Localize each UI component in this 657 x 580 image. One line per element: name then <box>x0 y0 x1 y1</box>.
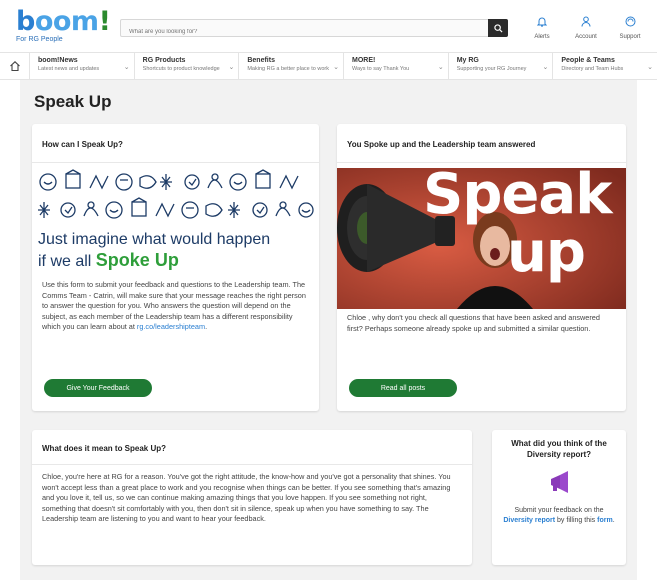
nav-item-more[interactable]: MORE! Ways to say Thank You ⌄ <box>344 53 449 79</box>
home-icon <box>9 61 20 72</box>
account-label: Account <box>575 34 597 40</box>
megaphone-icon <box>551 471 568 493</box>
diversity-report-card: What did you think of the Diversity repo… <box>492 430 626 565</box>
chevron-down-icon: ⌄ <box>542 64 549 71</box>
leadership-answered-card: You Spoke up and the Leadership team ans… <box>337 124 626 411</box>
divider <box>32 162 319 163</box>
top-bar: boom! For RG People Alerts Account <box>0 0 657 50</box>
card-heading: How can I Speak Up? <box>42 140 123 149</box>
chevron-down-icon: ⌄ <box>228 64 235 71</box>
logo-tagline: For RG People <box>16 36 63 43</box>
speak-up-hero-image: Speak up <box>337 168 626 309</box>
page-title: Speak Up <box>34 92 112 111</box>
banner-line-2: if we all Spoke Up <box>38 250 270 272</box>
diversity-feedback-text: Submit your feedback on the Diversity re… <box>500 506 618 526</box>
account-button[interactable]: Account <box>569 14 603 40</box>
help-icon <box>625 16 635 27</box>
alerts-label: Alerts <box>534 34 550 40</box>
nav-item-title: RG Products <box>142 57 186 64</box>
how-to-speak-up-card: How can I Speak Up? Just imagine what wo… <box>32 124 319 411</box>
boom-logo[interactable]: boom! For RG People <box>16 6 111 43</box>
logo-wordmark: boom! <box>16 6 111 37</box>
bell-icon <box>536 17 548 27</box>
banner-line-2-prefix: if we all <box>38 253 96 270</box>
nav-item-title: MORE! <box>352 57 376 64</box>
give-feedback-button[interactable]: Give Your Feedback <box>44 379 152 397</box>
banner-text: Just imagine what would happen if we all… <box>38 230 270 272</box>
read-all-posts-button[interactable]: Read all posts <box>349 379 457 397</box>
banner-emphasis: Spoke Up <box>95 250 179 270</box>
diversity-report-link[interactable]: Diversity report <box>503 517 555 524</box>
hero-word-speak: Speak <box>423 168 612 227</box>
support-label: Support <box>619 34 641 40</box>
speak-up-banner: Just imagine what would happen if we all… <box>36 168 316 272</box>
form-link[interactable]: form <box>597 517 613 524</box>
card-heading: You Spoke up and the Leadership team ans… <box>347 140 536 149</box>
header-actions: Alerts Account Support <box>525 14 647 40</box>
divider <box>337 162 626 163</box>
leadership-team-link[interactable]: rg.co/leadershipteam <box>137 322 205 331</box>
card-body-text: Use this form to submit your feedback an… <box>42 280 312 333</box>
nav-item-subtitle: Making RG a better place to work <box>247 66 329 72</box>
nav-item-benefits[interactable]: Benefits Making RG a better place to wor… <box>239 53 345 79</box>
nav-item-subtitle: Directory and Team Hubs <box>561 66 624 72</box>
fb-text-1: Submit your feedback on the <box>514 507 604 514</box>
nav-item-subtitle: Supporting your RG Journey <box>456 66 527 72</box>
search-icon <box>493 23 503 33</box>
nav-item-title: My RG <box>456 57 479 64</box>
nav-item-people-teams[interactable]: People & Teams Directory and Team Hubs ⌄ <box>553 53 657 79</box>
nav-item-title: Benefits <box>247 57 275 64</box>
main-nav: boom!News Latest news and updates ⌄ RG P… <box>0 52 657 80</box>
pattern-icons <box>38 169 314 219</box>
hero-word-up: up <box>507 220 586 285</box>
chevron-down-icon: ⌄ <box>437 64 444 71</box>
chevron-down-icon: ⌄ <box>647 64 654 71</box>
banner-line-1: Just imagine what would happen <box>38 231 271 248</box>
chevron-down-icon: ⌄ <box>333 64 340 71</box>
card-body-text: Chloe, you're here at RG for a reason. Y… <box>42 472 451 523</box>
search-button[interactable] <box>488 19 508 37</box>
user-icon <box>581 16 591 27</box>
search-bar <box>120 19 508 40</box>
card-body-text: Chloe , why don't you check all question… <box>347 313 600 333</box>
alerts-button[interactable]: Alerts <box>525 14 559 40</box>
main-content: Speak Up How can I Speak Up? Just imagin… <box>20 80 637 580</box>
chevron-down-icon: ⌄ <box>123 64 130 71</box>
nav-item-title: boom!News <box>38 57 78 64</box>
nav-item-subtitle: Latest news and updates <box>38 66 100 72</box>
fb-text-2: by filling this <box>555 517 598 524</box>
home-button[interactable] <box>0 53 30 79</box>
nav-item-subtitle: Ways to say Thank You <box>352 66 410 72</box>
divider <box>32 464 472 465</box>
search-input[interactable] <box>121 24 471 40</box>
nav-item-title: People & Teams <box>561 57 615 64</box>
card-heading: What does it mean to Speak Up? <box>42 444 167 453</box>
support-button[interactable]: Support <box>613 14 647 40</box>
nav-item-news[interactable]: boom!News Latest news and updates ⌄ <box>30 53 135 79</box>
nav-item-subtitle: Shortcuts to product knowledge <box>142 66 220 72</box>
fb-text-3: . <box>612 517 615 524</box>
how-body-suffix: . <box>205 322 208 331</box>
diversity-question: What did you think of the Diversity repo… <box>511 439 607 459</box>
meaning-card: What does it mean to Speak Up? Chloe, yo… <box>32 430 472 565</box>
nav-item-products[interactable]: RG Products Shortcuts to product knowled… <box>135 53 240 79</box>
nav-item-my-rg[interactable]: My RG Supporting your RG Journey ⌄ <box>449 53 554 79</box>
